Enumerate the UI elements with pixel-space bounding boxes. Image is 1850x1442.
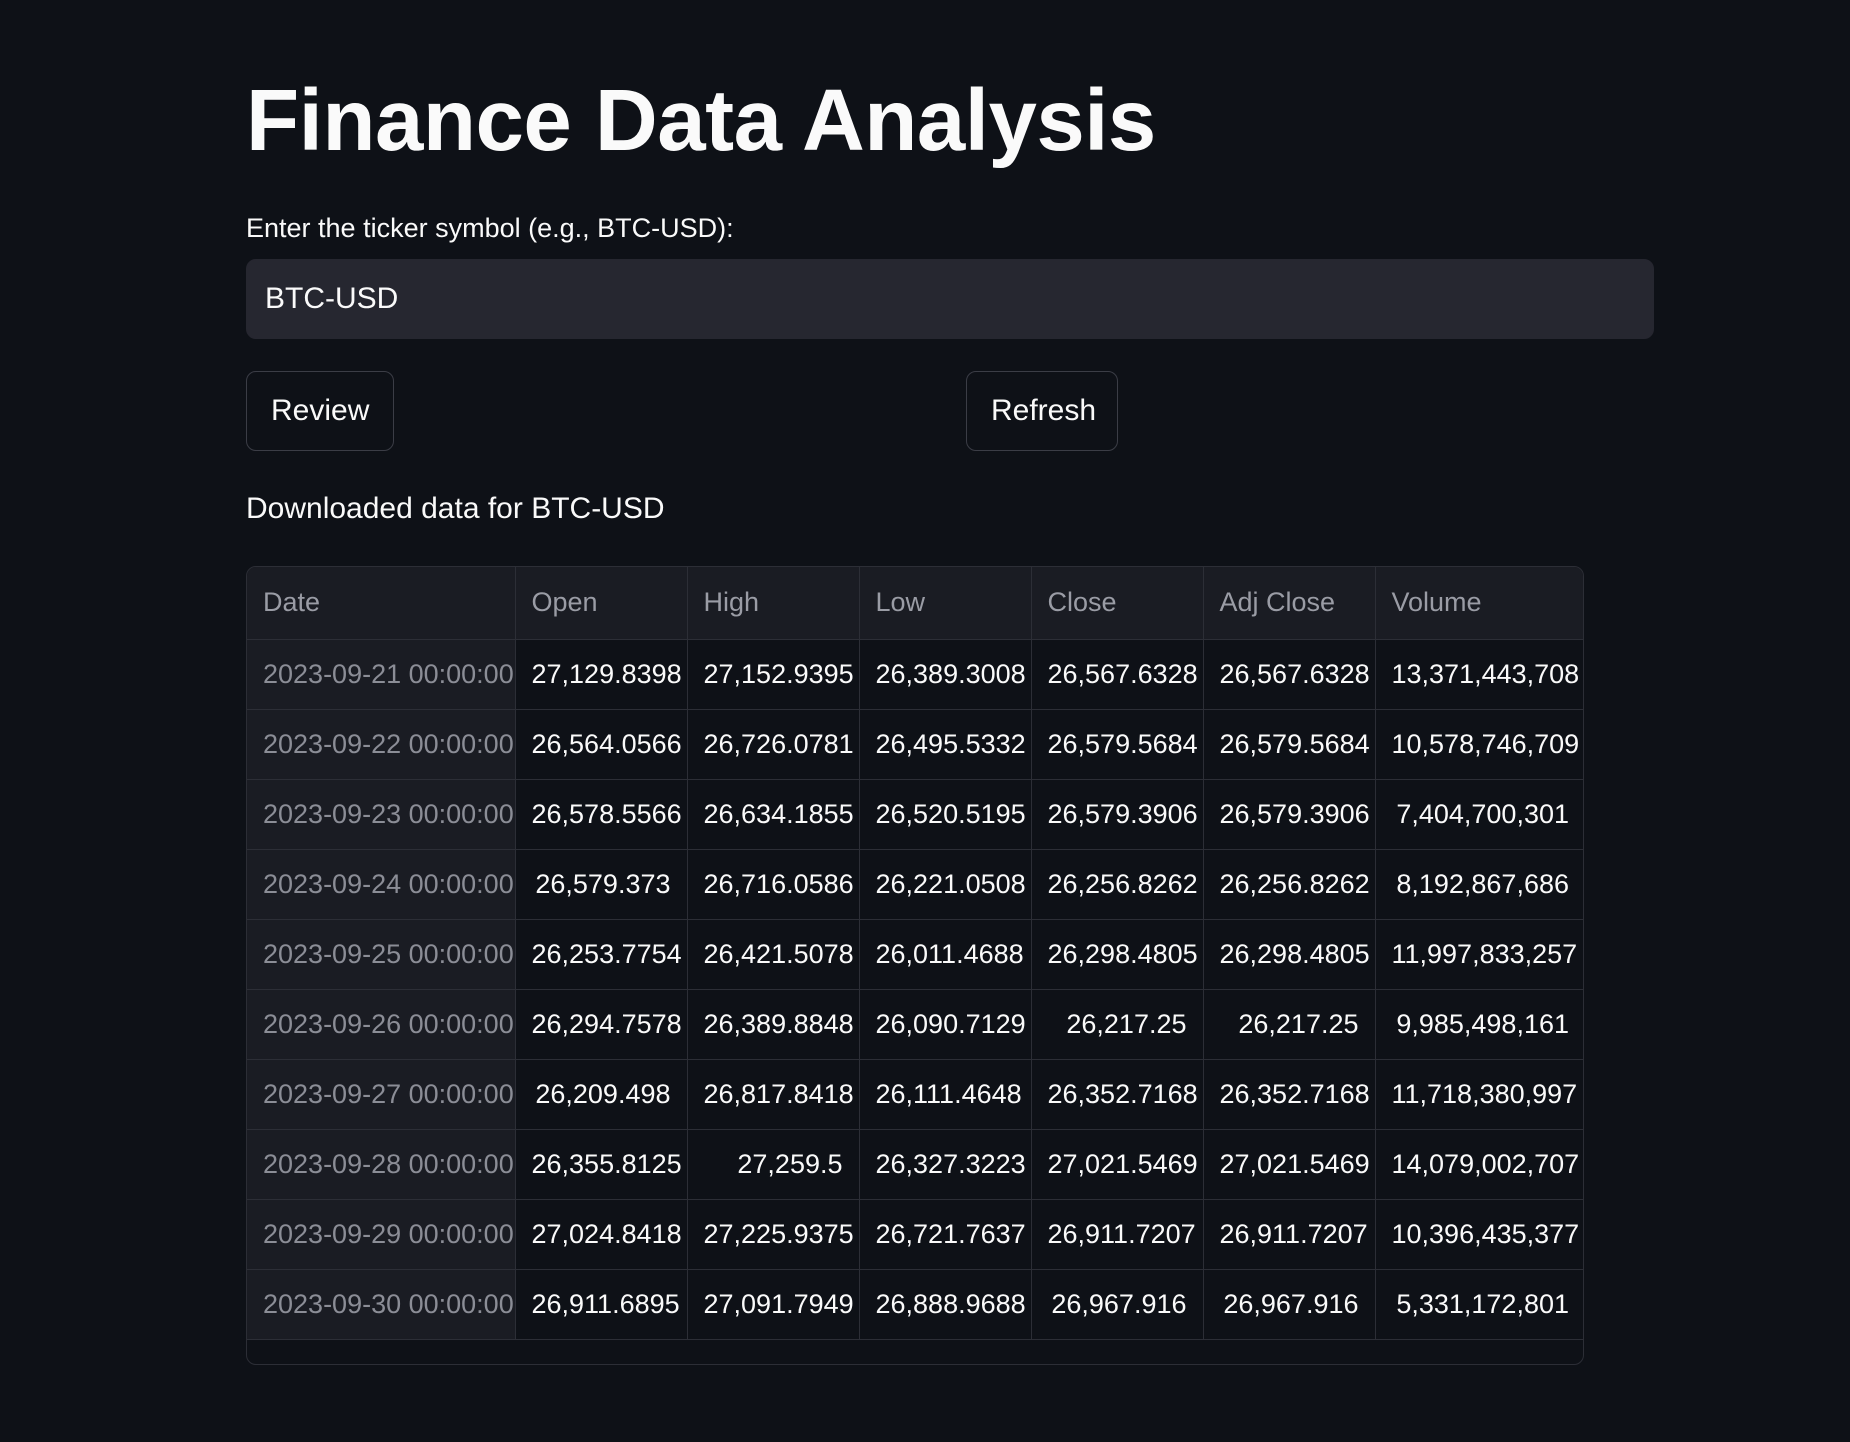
cell-volume[interactable]: 11,997,833,257 xyxy=(1375,919,1583,990)
cell-adj-close[interactable]: 26,911.7207 xyxy=(1203,1199,1376,1270)
cell-high[interactable]: 26,389.8848 xyxy=(687,989,860,1060)
cell-close[interactable]: 26,911.7207 xyxy=(1031,1199,1204,1270)
table-row: 2023-09-28 00:00:00 26,355.8125 27,259.5 26… xyxy=(247,1129,1583,1200)
cell-date[interactable]: 2023-09-26 00:00:00 xyxy=(247,989,516,1060)
table-row: 2023-09-24 00:00:00 26,579.373 26,716.0586… xyxy=(247,849,1583,920)
cell-open[interactable]: 26,209.498 xyxy=(515,1059,688,1130)
cell-adj-close[interactable]: 26,217.25 xyxy=(1203,989,1376,1060)
column-header-high[interactable]: High xyxy=(687,567,860,640)
cell-close[interactable]: 26,352.7168 xyxy=(1031,1059,1204,1130)
cell-low[interactable]: 26,011.4688 xyxy=(859,919,1032,990)
refresh-button[interactable]: Refresh xyxy=(966,371,1118,451)
cell-date[interactable]: 2023-09-30 00:00:00 xyxy=(247,1269,516,1340)
cell-open[interactable]: 27,129.8398 xyxy=(515,639,688,710)
cell-open[interactable]: 26,294.7578 xyxy=(515,989,688,1060)
cell-volume[interactable]: 11,718,380,997 xyxy=(1375,1059,1583,1130)
cell-high[interactable]: 27,259.5 xyxy=(687,1129,860,1200)
cell-volume[interactable]: 14,079,002,707 xyxy=(1375,1129,1583,1200)
cell-high[interactable]: 26,817.8418 xyxy=(687,1059,860,1130)
column-header-date[interactable]: Date xyxy=(247,567,516,640)
cell-low[interactable]: 26,520.5195 xyxy=(859,779,1032,850)
cell-high[interactable]: 27,152.9395 xyxy=(687,639,860,710)
cell-high[interactable]: 26,421.5078 xyxy=(687,919,860,990)
cell-date[interactable]: 2023-09-23 00:00:00 xyxy=(247,779,516,850)
cell-low[interactable]: 26,111.4648 xyxy=(859,1059,1032,1130)
cell-adj-close[interactable]: 26,567.6328 xyxy=(1203,639,1376,710)
table-row: 2023-09-27 00:00:00 26,209.498 26,817.8418… xyxy=(247,1059,1583,1130)
cell-low[interactable]: 26,495.5332 xyxy=(859,709,1032,780)
cell-date[interactable]: 2023-09-21 00:00:00 xyxy=(247,639,516,710)
cell-close[interactable]: 26,217.25 xyxy=(1031,989,1204,1060)
cell-low[interactable]: 26,721.7637 xyxy=(859,1199,1032,1270)
cell-high[interactable]: 27,091.7949 xyxy=(687,1269,860,1340)
cell-low[interactable]: 26,221.0508 xyxy=(859,849,1032,920)
ticker-input[interactable] xyxy=(246,259,1654,339)
cell-open[interactable]: 26,355.8125 xyxy=(515,1129,688,1200)
cell-low[interactable]: 26,327.3223 xyxy=(859,1129,1032,1200)
cell-volume[interactable]: 10,578,746,709 xyxy=(1375,709,1583,780)
cell-close[interactable]: 26,579.3906 xyxy=(1031,779,1204,850)
cell-close[interactable]: 26,256.8262 xyxy=(1031,849,1204,920)
table-header-row: Date Open High Low Close Adj Close Volum… xyxy=(247,567,1583,640)
cell-adj-close[interactable]: 26,579.5684 xyxy=(1203,709,1376,780)
column-header-low[interactable]: Low xyxy=(859,567,1032,640)
cell-volume[interactable]: 13,371,443,708 xyxy=(1375,639,1583,710)
cell-close[interactable]: 26,579.5684 xyxy=(1031,709,1204,780)
cell-open[interactable]: 26,253.7754 xyxy=(515,919,688,990)
cell-volume[interactable]: 5,331,172,801 xyxy=(1375,1269,1583,1340)
cell-date[interactable]: 2023-09-27 00:00:00 xyxy=(247,1059,516,1130)
table-row: 2023-09-23 00:00:00 26,578.5566 26,634.185… xyxy=(247,779,1583,850)
cell-close[interactable]: 26,298.4805 xyxy=(1031,919,1204,990)
column-header-volume[interactable]: Volume xyxy=(1375,567,1583,640)
table-row: 2023-09-29 00:00:00 27,024.8418 27,225.937… xyxy=(247,1199,1583,1270)
column-header-adj-close[interactable]: Adj Close xyxy=(1203,567,1376,640)
cell-date[interactable]: 2023-09-22 00:00:00 xyxy=(247,709,516,780)
cell-high[interactable]: 26,726.0781 xyxy=(687,709,860,780)
cell-adj-close[interactable]: 26,579.3906 xyxy=(1203,779,1376,850)
table-row: 2023-09-25 00:00:00 26,253.7754 26,421.507… xyxy=(247,919,1583,990)
ticker-input-label: Enter the ticker symbol (e.g., BTC-USD): xyxy=(246,213,734,243)
table-row: 2023-09-30 00:00:00 26,911.6895 27,091.794… xyxy=(247,1269,1583,1340)
cell-open[interactable]: 26,579.373 xyxy=(515,849,688,920)
cell-date[interactable]: 2023-09-25 00:00:00 xyxy=(247,919,516,990)
cell-volume[interactable]: 10,396,435,377 xyxy=(1375,1199,1583,1270)
cell-high[interactable]: 26,634.1855 xyxy=(687,779,860,850)
cell-adj-close[interactable]: 26,256.8262 xyxy=(1203,849,1376,920)
cell-adj-close[interactable]: 26,352.7168 xyxy=(1203,1059,1376,1130)
cell-close[interactable]: 27,021.5469 xyxy=(1031,1129,1204,1200)
table-row: 2023-09-26 00:00:00 26,294.7578 26,389.884… xyxy=(247,989,1583,1060)
cell-date[interactable]: 2023-09-24 00:00:00 xyxy=(247,849,516,920)
data-table-container[interactable]: Date Open High Low Close Adj Close Volum… xyxy=(246,566,1584,1365)
cell-open[interactable]: 27,024.8418 xyxy=(515,1199,688,1270)
cell-adj-close[interactable]: 26,298.4805 xyxy=(1203,919,1376,990)
cell-close[interactable]: 26,967.916 xyxy=(1031,1269,1204,1340)
cell-adj-close[interactable]: 27,021.5469 xyxy=(1203,1129,1376,1200)
cell-high[interactable]: 27,225.9375 xyxy=(687,1199,860,1270)
cell-volume[interactable]: 9,985,498,161 xyxy=(1375,989,1583,1060)
cell-open[interactable]: 26,578.5566 xyxy=(515,779,688,850)
table-row: 2023-09-21 00:00:00 27,129.8398 27,152.939… xyxy=(247,639,1583,710)
cell-low[interactable]: 26,090.7129 xyxy=(859,989,1032,1060)
cell-date[interactable]: 2023-09-28 00:00:00 xyxy=(247,1129,516,1200)
cell-adj-close[interactable]: 26,967.916 xyxy=(1203,1269,1376,1340)
column-header-close[interactable]: Close xyxy=(1031,567,1204,640)
page-title: Finance Data Analysis xyxy=(246,72,1156,169)
column-header-open[interactable]: Open xyxy=(515,567,688,640)
cell-volume[interactable]: 8,192,867,686 xyxy=(1375,849,1583,920)
table-body: 2023-09-21 00:00:00 27,129.8398 27,152.939… xyxy=(247,639,1583,1340)
table-row: 2023-09-22 00:00:00 26,564.0566 26,726.078… xyxy=(247,709,1583,780)
downloaded-data-caption: Downloaded data for BTC-USD xyxy=(246,492,665,525)
data-table: Date Open High Low Close Adj Close Volum… xyxy=(247,567,1583,1340)
cell-close[interactable]: 26,567.6328 xyxy=(1031,639,1204,710)
cell-low[interactable]: 26,888.9688 xyxy=(859,1269,1032,1340)
cell-high[interactable]: 26,716.0586 xyxy=(687,849,860,920)
cell-low[interactable]: 26,389.3008 xyxy=(859,639,1032,710)
cell-open[interactable]: 26,911.6895 xyxy=(515,1269,688,1340)
cell-date[interactable]: 2023-09-29 00:00:00 xyxy=(247,1199,516,1270)
review-button[interactable]: Review xyxy=(246,371,394,451)
cell-open[interactable]: 26,564.0566 xyxy=(515,709,688,780)
cell-volume[interactable]: 7,404,700,301 xyxy=(1375,779,1583,850)
